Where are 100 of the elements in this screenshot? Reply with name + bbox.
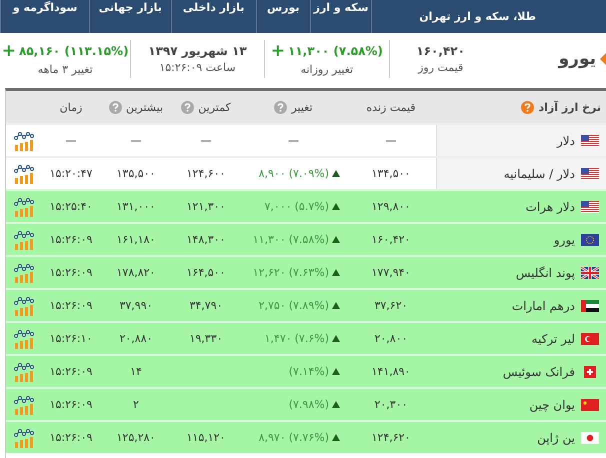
price-cell: ۱۲۹,۸۰۰ xyxy=(372,200,410,213)
currency-name: دلار / سلیمانیه xyxy=(504,166,575,180)
change-percent: (۷.۶%) xyxy=(294,332,329,345)
column-header: زمان xyxy=(60,100,82,114)
time-cell: ۱۵:۲۶:۱۰ xyxy=(50,332,92,345)
table-row[interactable]: ۱۵:۲۵:۴۰ ۱۳۱,۰۰۰ ۱۲۱,۳۰۰ ۷,۰۰۰ (۵.۷%) ۱۲۹,۸۰۰ دلار هرات xyxy=(6,189,606,222)
change-percent: (۷.۶۳%) xyxy=(288,266,329,279)
change-percent: (۷.۸۹%) xyxy=(288,299,329,312)
price-cell: ۳۷,۶۲۰ xyxy=(374,299,408,312)
change-cell: — xyxy=(288,134,299,147)
table-row[interactable]: ۱۵:۲۶:۰۹ ۲ (۷.۹۸%) ۲۰,۳۰۰ یوان چین xyxy=(6,387,606,420)
stat-label: ساعت ۱۵:۲۶:۰۹ xyxy=(159,61,236,74)
flag-icon xyxy=(581,134,599,146)
chart-icon[interactable] xyxy=(14,230,34,250)
change-amount: ۱,۴۷۰ xyxy=(264,332,292,345)
price-cell: ۲۰,۳۰۰ xyxy=(374,398,408,411)
flag-icon xyxy=(581,300,599,312)
change-percent: (۷.۵۸%) xyxy=(288,233,329,246)
chart-icon[interactable] xyxy=(14,428,34,448)
table-row[interactable]: ۱۵:۲۶:۰۹ ۱۴ (۷.۱۴%) ۱۴۱,۸۹۰ فرانک سوئیس xyxy=(6,354,606,387)
column-header: بیشترین xyxy=(126,100,164,114)
min-cell: ۱۲۴,۶۰۰ xyxy=(186,167,226,180)
stat-label: قیمت روز xyxy=(418,61,464,74)
chart-icon[interactable] xyxy=(14,394,34,414)
time-cell: ۱۵:۲۶:۰۹ xyxy=(50,266,92,279)
table-row[interactable]: — — — — — دلار xyxy=(6,123,606,156)
stat-label: تغییر روزانه xyxy=(300,62,354,76)
currency-name: درهم امارات xyxy=(512,298,575,312)
max-cell: ۲۰,۸۸۰ xyxy=(119,332,153,345)
min-cell: ۱۴۸,۳۰۰ xyxy=(186,233,226,246)
time-cell: ۱۵:۲۶:۰۹ xyxy=(50,299,92,312)
table-row[interactable]: ۱۵:۲۶:۱۰ ۲۰,۸۸۰ ۱۹,۳۳۰ ۱,۴۷۰ (۷.۶%) ۲۰,۸۰۰ لیر ترکیه xyxy=(6,321,606,354)
change-percent: (۷.۷۶%) xyxy=(288,431,329,444)
min-cell: ۱۹,۳۳۰ xyxy=(189,332,223,345)
price-cell: ۱۲۴,۶۲۰ xyxy=(372,431,410,444)
chart-icon[interactable] xyxy=(14,262,34,282)
table-row[interactable]: ۱۵:۲۶:۰۹ ۱۲۵,۲۸۰ ۱۱۵,۱۲۰ ۸,۹۷۰ (۷.۷۶%) ۱۲۴,۶۲۰ ین ژاپن xyxy=(6,420,606,453)
flag-icon xyxy=(581,234,599,246)
max-cell: ۲ xyxy=(133,398,139,411)
table-row[interactable]: ۱۵:۲۶:۰۹ ۱۷۸,۸۲۰ ۱۶۴,۵۰۰ ۱۲,۶۲۰ (۷.۶۳%) ۱۷۷,۹۴۰ پوند انگلیس xyxy=(6,255,606,288)
max-cell: ۱۳۵,۵۰۰ xyxy=(116,167,156,180)
column-header: قیمت زنده xyxy=(366,100,416,114)
currency-name: ین ژاپن xyxy=(537,430,575,444)
time-cell: ۱۵:۲۶:۰۹ xyxy=(50,365,92,378)
chart-icon[interactable] xyxy=(14,328,34,348)
change-amount: ۷,۰۰۰ xyxy=(264,200,292,213)
stat-label: تغییر ۳ ماهه xyxy=(38,62,93,76)
chart-icon[interactable] xyxy=(14,164,34,184)
change-percent: (۵.۷%) xyxy=(294,200,329,213)
time-cell: ۱۵:۲۶:۰۹ xyxy=(50,398,92,411)
stat-sign: + xyxy=(2,42,16,60)
change-amount: ۲,۷۵۰ xyxy=(258,299,286,312)
time-cell: ۱۵:۲۰:۴۷ xyxy=(50,167,92,180)
currency-name: یوان چین xyxy=(529,398,575,412)
help-icon[interactable] xyxy=(521,100,534,114)
change-amount: ۸,۹۰۰ xyxy=(258,167,286,180)
chart-icon[interactable] xyxy=(14,296,34,316)
currency-name: فرانک سوئیس xyxy=(502,364,575,378)
currency-name: دلار xyxy=(557,134,575,148)
currency-name: لیر ترکیه xyxy=(532,332,575,346)
flag-icon xyxy=(581,266,599,278)
flag-icon xyxy=(581,398,599,410)
flag-icon xyxy=(581,366,599,378)
time-cell: ۱۵:۲۶:۰۹ xyxy=(50,233,92,246)
stat-value: ۱۶۰,۴۲۰ xyxy=(416,44,465,58)
price-cell: ۱۶۰,۴۲۰ xyxy=(372,233,410,246)
flag-icon xyxy=(581,168,599,180)
change-percent: (۷.۰۹%) xyxy=(288,167,329,180)
currency-title: یورو xyxy=(558,49,596,69)
change-percent: (۷.۱۴%) xyxy=(288,365,329,378)
price-cell: ۲۰,۸۰۰ xyxy=(374,332,408,345)
stat-sign: + xyxy=(270,42,286,60)
nav-tab[interactable]: سکه و ارز xyxy=(310,0,372,33)
table-row[interactable]: ۱۵:۲۶:۰۹ ۱۶۱,۱۸۰ ۱۴۸,۳۰۰ ۱۱,۳۰۰ (۷.۵۸%) ۱۶۰,۴۲۰ یورو xyxy=(6,222,606,255)
chart-icon[interactable] xyxy=(14,362,34,382)
flag-icon xyxy=(581,432,599,444)
stat-value: ۱۳ شهریور ۱۳۹۷ xyxy=(148,44,247,58)
chart-icon[interactable] xyxy=(14,130,34,150)
price-cell: ۱۳۴,۵۰۰ xyxy=(372,167,410,180)
max-cell: ۱۷۸,۸۲۰ xyxy=(116,266,156,279)
max-cell: ۳۷,۹۹۰ xyxy=(119,299,153,312)
stat-value: ۱۱,۳۰۰ (۷.۵۸%) xyxy=(288,44,383,58)
currency-name: پوند انگلیس xyxy=(516,266,575,280)
column-header: نرخ ارز آزاد xyxy=(538,100,601,114)
min-cell: ۱۱۵,۱۲۰ xyxy=(186,431,226,444)
chart-icon[interactable] xyxy=(14,196,34,216)
max-cell: ۱۴ xyxy=(130,365,142,378)
table-row[interactable]: ۱۵:۲۶:۰۹ ۳۷,۹۹۰ ۳۴,۷۹۰ ۲,۷۵۰ (۷.۸۹%) ۳۷,۶۲۰ درهم امارات xyxy=(6,288,606,321)
price-cell: ۱۴۱,۸۹۰ xyxy=(372,365,410,378)
change-percent: (۷.۹۸%) xyxy=(288,398,329,411)
change-amount: ۱۱,۳۰۰ xyxy=(252,233,286,246)
time-cell: ۱۵:۲۶:۰۹ xyxy=(50,431,92,444)
max-cell: ۱۳۱,۰۰۰ xyxy=(116,200,156,213)
stat-value: ۸۵,۱۶۰ (۱۱۳.۱۵%) xyxy=(19,44,129,58)
max-cell: — xyxy=(130,134,142,147)
flag-icon xyxy=(581,332,599,344)
min-cell: — xyxy=(200,134,212,147)
change-amount: ۸,۹۷۰ xyxy=(258,431,286,444)
table-row[interactable]: ۱۵:۲۰:۴۷ ۱۳۵,۵۰۰ ۱۲۴,۶۰۰ ۸,۹۰۰ (۷.۰۹%) ۱۳۴,۵۰۰ دلار / سلیمانیه xyxy=(6,156,606,189)
currency-name: یورو xyxy=(554,232,575,246)
